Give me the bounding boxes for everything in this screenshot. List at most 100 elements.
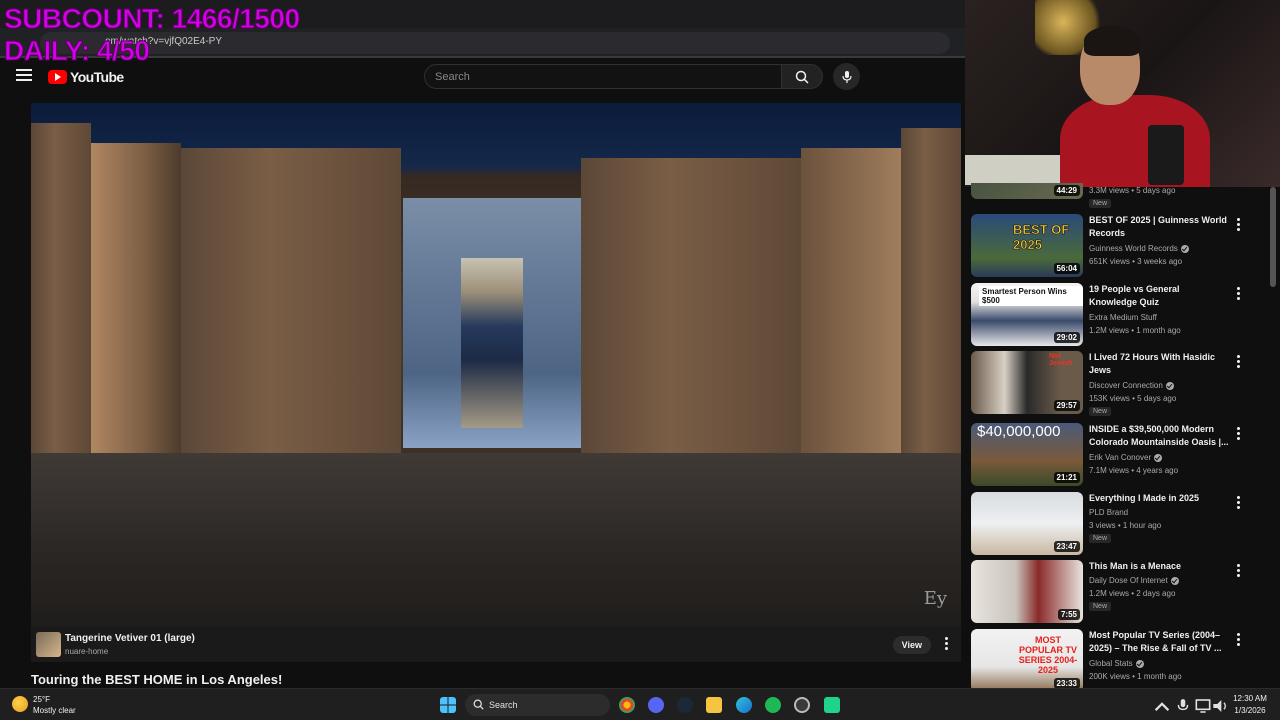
duration-badge: 21:21 <box>1053 472 1080 483</box>
chevron-up-icon[interactable] <box>1154 699 1170 715</box>
recommendation-item[interactable]: Not Jewish 29:57 I Lived 72 Hours With H… <box>971 351 1271 416</box>
webcam-streamer <box>1060 26 1210 187</box>
recommendation-thumbnail[interactable]: $40,000,000 21:21 <box>971 423 1083 486</box>
video-scene-wall <box>91 143 181 463</box>
daily-overlay: DAILY: 4/50 <box>3 35 150 66</box>
chrome-icon[interactable] <box>619 697 635 713</box>
video-title: Touring the BEST HOME in Los Angeles! <box>31 672 283 687</box>
sidebar-scrollbar[interactable] <box>1270 187 1276 287</box>
webcam-mug <box>1148 125 1184 185</box>
more-options-icon[interactable] <box>1237 218 1240 233</box>
recommendation-title[interactable]: Everything I Made in 2025 <box>1089 492 1229 505</box>
webcam-streamer-body <box>1060 95 1210 187</box>
edge-icon[interactable] <box>736 697 752 713</box>
weather-temperature[interactable]: 25°F <box>33 695 50 704</box>
product-thumbnail[interactable] <box>36 632 61 657</box>
weather-moon-icon[interactable] <box>12 696 28 712</box>
video-scene-wall <box>581 158 801 458</box>
duration-badge: 23:47 <box>1053 541 1080 552</box>
video-player[interactable]: Ey <box>31 103 961 627</box>
recommendation-channel[interactable]: Erik Van Conover <box>1089 453 1163 462</box>
channel-name[interactable]: Global Stats <box>1089 659 1133 668</box>
channel-name[interactable]: Guinness World Records <box>1089 244 1178 253</box>
video-scene-doorway <box>461 258 523 428</box>
recommendation-channel[interactable]: PLD Brand <box>1089 508 1128 517</box>
taskbar-date[interactable]: 1/3/2026 <box>1230 706 1270 715</box>
recommendation-thumbnail[interactable]: Not Jewish 29:57 <box>971 351 1083 414</box>
volume-icon[interactable] <box>1212 698 1228 714</box>
verified-icon <box>1135 659 1144 668</box>
recommendation-channel[interactable]: Guinness World Records <box>1089 244 1189 253</box>
recommendation-item[interactable]: 7:55 This Man is a Menace Daily Dose Of … <box>971 560 1271 624</box>
recommendations-list: 44:29 3.3M views • 5 days ago New BEST O… <box>965 183 1280 688</box>
hamburger-menu-icon[interactable] <box>16 69 32 83</box>
taskbar-search-label: Search <box>489 700 518 710</box>
recommendation-item[interactable]: MOST POPULAR TV SERIES 2004-2025 23:33 M… <box>971 629 1271 688</box>
recommendation-channel[interactable]: Global Stats <box>1089 659 1144 668</box>
webcam-streamer-hair <box>1084 26 1140 56</box>
recommendation-meta: 7.1M views • 4 years ago <box>1089 466 1179 475</box>
weather-condition[interactable]: Mostly clear <box>33 706 76 715</box>
recommendation-item[interactable]: 23:47 Everything I Made in 2025 PLD Bran… <box>971 492 1271 556</box>
taskbar-search[interactable]: Search <box>465 694 610 716</box>
app-icon[interactable] <box>824 697 840 713</box>
search-icon <box>473 699 484 710</box>
recommendation-title[interactable]: This Man is a Menace <box>1089 560 1229 573</box>
search-input[interactable]: Search <box>424 64 782 89</box>
verified-icon <box>1154 453 1163 462</box>
recommendation-title[interactable]: I Lived 72 Hours With Hasidic Jews <box>1089 351 1229 377</box>
more-options-icon[interactable] <box>1237 496 1240 511</box>
recommendation-thumbnail[interactable]: BEST OF 2025 56:04 <box>971 214 1083 277</box>
recommendation-meta: 153K views • 5 days ago <box>1089 394 1177 403</box>
new-badge: New <box>1089 534 1112 543</box>
recommendation-meta: 3 views • 1 hour ago <box>1089 521 1162 530</box>
recommendation-channel[interactable]: Discover Connection <box>1089 381 1174 390</box>
verified-icon <box>1170 576 1179 585</box>
recommendation-item[interactable]: 44:29 3.3M views • 5 days ago New <box>971 183 1271 208</box>
more-options-icon[interactable] <box>1237 355 1240 370</box>
thumbnail-text: $40,000,000 <box>977 423 1061 440</box>
windows-start-icon[interactable] <box>440 697 456 713</box>
new-badge: New <box>1089 602 1112 611</box>
settings-icon[interactable] <box>794 697 810 713</box>
recommendation-thumbnail[interactable]: 23:47 <box>971 492 1083 555</box>
view-button[interactable]: View <box>892 636 931 654</box>
microphone-icon[interactable] <box>1175 698 1191 714</box>
recommendation-item[interactable]: BEST OF 2025 56:04 BEST OF 2025 | Guinne… <box>971 214 1271 278</box>
recommendation-title[interactable]: Most Popular TV Series (2004–2025) – The… <box>1089 629 1229 655</box>
discord-icon[interactable] <box>648 697 664 713</box>
file-explorer-icon[interactable] <box>706 697 722 713</box>
channel-name[interactable]: Daily Dose Of Internet <box>1089 576 1168 585</box>
more-options-icon[interactable] <box>1237 633 1240 648</box>
recommendation-channel[interactable]: Daily Dose Of Internet <box>1089 576 1179 585</box>
network-icon[interactable] <box>1195 698 1211 714</box>
channel-name[interactable]: Discover Connection <box>1089 381 1163 390</box>
voice-search-button[interactable] <box>833 63 860 90</box>
recommendation-title[interactable]: 19 People vs General Knowledge Quiz <box>1089 283 1229 309</box>
recommendation-title[interactable]: INSIDE a $39,500,000 Modern Colorado Mou… <box>1089 423 1229 449</box>
recommendation-channel[interactable]: Extra Medium Stuff <box>1089 313 1157 322</box>
new-badge: New <box>1089 407 1112 416</box>
microphone-icon <box>841 70 852 83</box>
recommendation-thumbnail[interactable]: MOST POPULAR TV SERIES 2004-2025 23:33 <box>971 629 1083 688</box>
recommendation-thumbnail[interactable]: 7:55 <box>971 560 1083 623</box>
recommendation-item[interactable]: Smartest Person Wins $500 29:02 19 Peopl… <box>971 283 1271 347</box>
more-options-icon[interactable] <box>1237 564 1240 579</box>
more-options-icon[interactable] <box>945 637 949 651</box>
recommendation-thumbnail[interactable]: 44:29 <box>971 183 1083 199</box>
video-scene-wall <box>901 128 961 478</box>
channel-name[interactable]: Erik Van Conover <box>1089 453 1151 462</box>
recommendation-title[interactable]: BEST OF 2025 | Guinness World Records <box>1089 214 1229 240</box>
youtube-logo[interactable]: YouTube <box>48 69 124 85</box>
spotify-icon[interactable] <box>765 697 781 713</box>
more-options-icon[interactable] <box>1237 287 1240 302</box>
more-options-icon[interactable] <box>1237 427 1240 442</box>
search-button[interactable] <box>781 64 823 89</box>
youtube-play-icon <box>48 70 67 84</box>
taskbar-clock[interactable]: 12:30 AM <box>1230 694 1270 703</box>
duration-badge: 56:04 <box>1053 263 1080 274</box>
duration-badge: 7:55 <box>1057 609 1080 620</box>
recommendation-item[interactable]: $40,000,000 21:21 INSIDE a $39,500,000 M… <box>971 423 1271 487</box>
recommendation-thumbnail[interactable]: Smartest Person Wins $500 29:02 <box>971 283 1083 346</box>
steam-icon[interactable] <box>677 697 693 713</box>
